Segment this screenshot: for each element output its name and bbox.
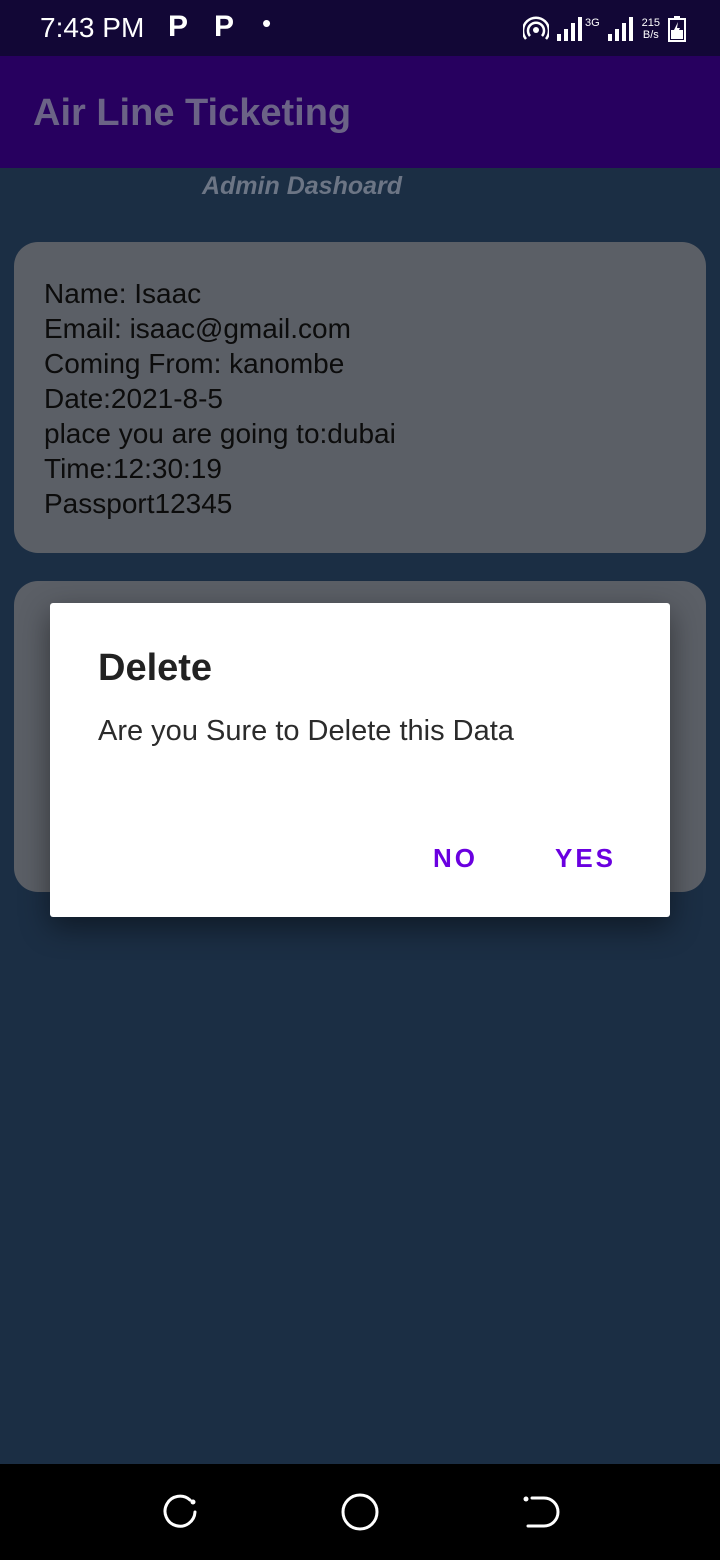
card-destination: place you are going to:dubai — [44, 418, 396, 449]
yes-button[interactable]: YES — [555, 843, 616, 874]
recent-apps-icon[interactable] — [160, 1492, 200, 1532]
home-icon[interactable] — [340, 1492, 380, 1532]
app-bar: Air Line Ticketing — [0, 56, 720, 168]
card-passport: Passport12345 — [44, 488, 233, 519]
signal-icon — [556, 17, 582, 41]
signal-icon — [607, 17, 633, 41]
page-subtitle: Admin Dashoard — [201, 172, 403, 200]
notification-p-icon: P — [168, 10, 189, 43]
dialog-title: Delete — [98, 647, 213, 689]
battery-charging-icon — [668, 16, 686, 42]
net-speed-value: 215 — [641, 17, 660, 29]
notification-dot-icon: • — [262, 8, 272, 38]
status-bar: 7:43 PM P P • 3G 215 B/s — [0, 0, 720, 56]
card-email: Email: isaac@gmail.com — [44, 313, 351, 344]
dialog-message: Are you Sure to Delete this Data — [98, 715, 514, 747]
status-time: 7:43 PM — [40, 12, 145, 43]
delete-dialog: Delete Are you Sure to Delete this Data … — [50, 603, 670, 917]
card-coming-from: Coming From: kanombe — [44, 348, 345, 379]
app-title: Air Line Ticketing — [33, 92, 352, 134]
back-icon[interactable] — [520, 1492, 560, 1532]
net-speed-unit: B/s — [642, 29, 659, 41]
card-time: Time:12:30:19 — [44, 453, 222, 484]
network-type: 3G — [584, 17, 600, 29]
navigation-bar — [0, 1464, 720, 1560]
card-name: Name: Isaac — [44, 278, 202, 309]
net-speed: 215 B/s — [642, 17, 660, 41]
booking-card[interactable]: Name: Isaac Email: isaac@gmail.com Comin… — [14, 242, 706, 553]
hotspot-icon — [522, 16, 549, 40]
card-date: Date:2021-8-5 — [44, 383, 224, 414]
notification-p-icon: P — [214, 10, 235, 43]
no-button[interactable]: NO — [433, 843, 478, 874]
